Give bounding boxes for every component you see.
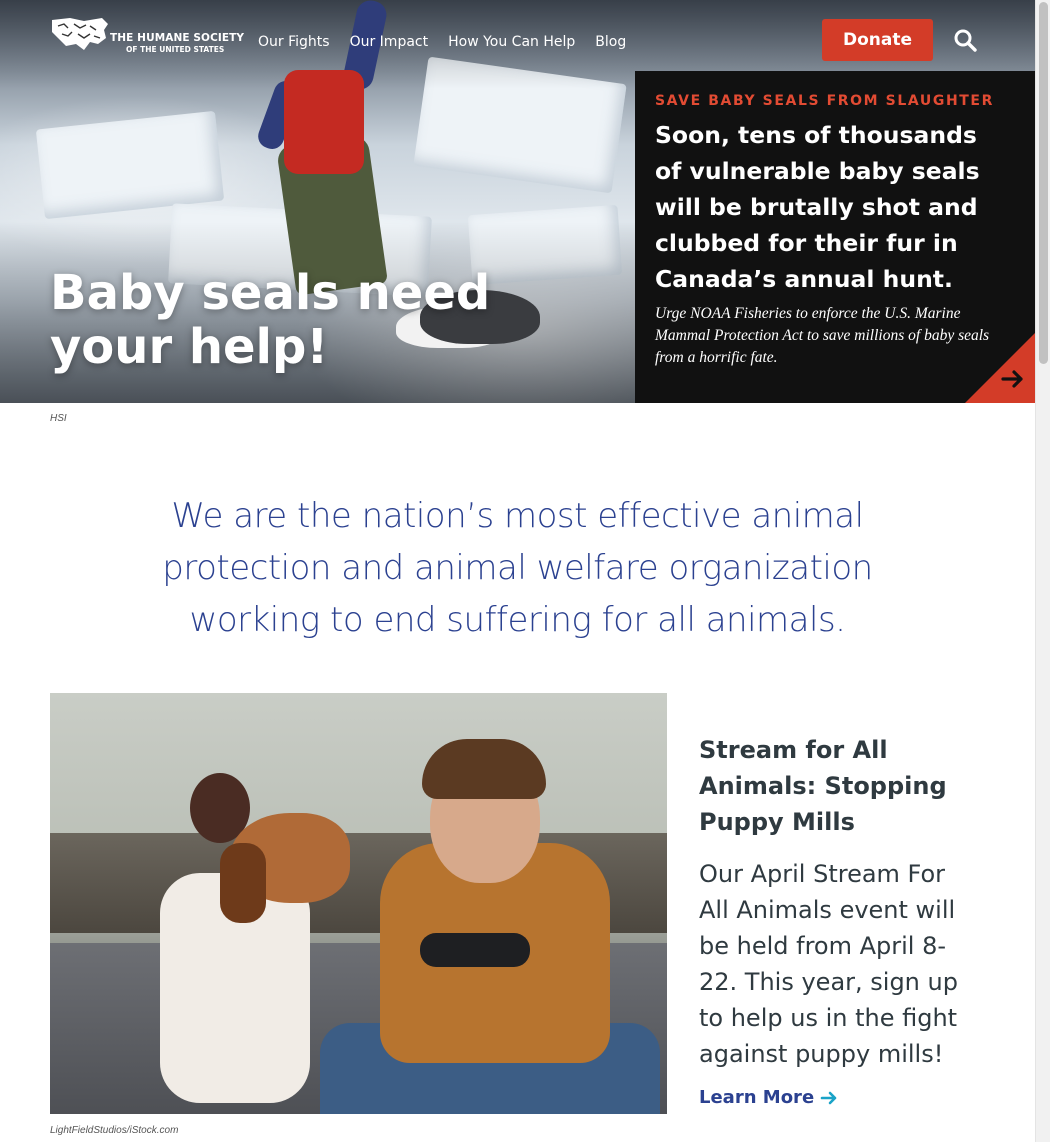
learn-more-link[interactable]: Learn More <box>699 1087 838 1108</box>
ice-block <box>413 56 627 194</box>
arrow-right-icon <box>820 1091 837 1104</box>
callout-headline: Soon, tens of thousands of vulnerable ba… <box>655 121 980 293</box>
feature-body: Our April Stream For All Animals event w… <box>699 860 958 1068</box>
ice-block <box>35 110 225 220</box>
image-game-controller <box>420 933 530 967</box>
logo-subname: OF THE UNITED STATES <box>126 45 225 54</box>
logo-name: THE HUMANE SOCIETY <box>110 32 245 44</box>
scrollbar-thumb[interactable] <box>1039 2 1048 364</box>
feature-image <box>50 693 667 1114</box>
logo-animals-map-icon <box>52 18 108 50</box>
nav-how-you-can-help[interactable]: How You Can Help <box>448 34 575 50</box>
main-nav: Our Fights Our Impact How You Can Help B… <box>258 34 626 50</box>
feature-title: Stream for All Animals: Stopping Puppy M… <box>699 736 947 836</box>
mission-statement: We are the nation’s most effective anima… <box>162 496 873 640</box>
seal-campaign-callout[interactable]: SAVE BABY SEALS FROM SLAUGHTER Soon, ten… <box>635 71 1035 403</box>
image-man-hair <box>422 739 546 799</box>
page-scrollbar[interactable] <box>1035 0 1050 1142</box>
donate-button[interactable]: Donate <box>822 19 933 61</box>
callout-body: Urge NOAA Fisheries to enforce the U.S. … <box>655 305 990 366</box>
feature-photo-credit: LightFieldStudios/iStock.com <box>50 1125 179 1136</box>
arrow-right-icon[interactable] <box>965 333 1035 403</box>
search-icon[interactable] <box>953 28 977 52</box>
hero-title: Baby seals need your help! <box>50 265 491 375</box>
hero-photo-credit: HSI <box>50 413 67 424</box>
site-logo[interactable]: THE HUMANE SOCIETY OF THE UNITED STATES <box>50 16 250 54</box>
hero-person-vest <box>284 70 364 174</box>
nav-blog[interactable]: Blog <box>595 34 626 50</box>
site-header: THE HUMANE SOCIETY OF THE UNITED STATES … <box>0 0 1035 72</box>
nav-our-fights[interactable]: Our Fights <box>258 34 330 50</box>
image-dog-ear <box>220 843 266 923</box>
learn-more-label: Learn More <box>699 1087 815 1108</box>
nav-our-impact[interactable]: Our Impact <box>350 34 429 50</box>
callout-eyebrow: SAVE BABY SEALS FROM SLAUGHTER <box>655 93 994 109</box>
